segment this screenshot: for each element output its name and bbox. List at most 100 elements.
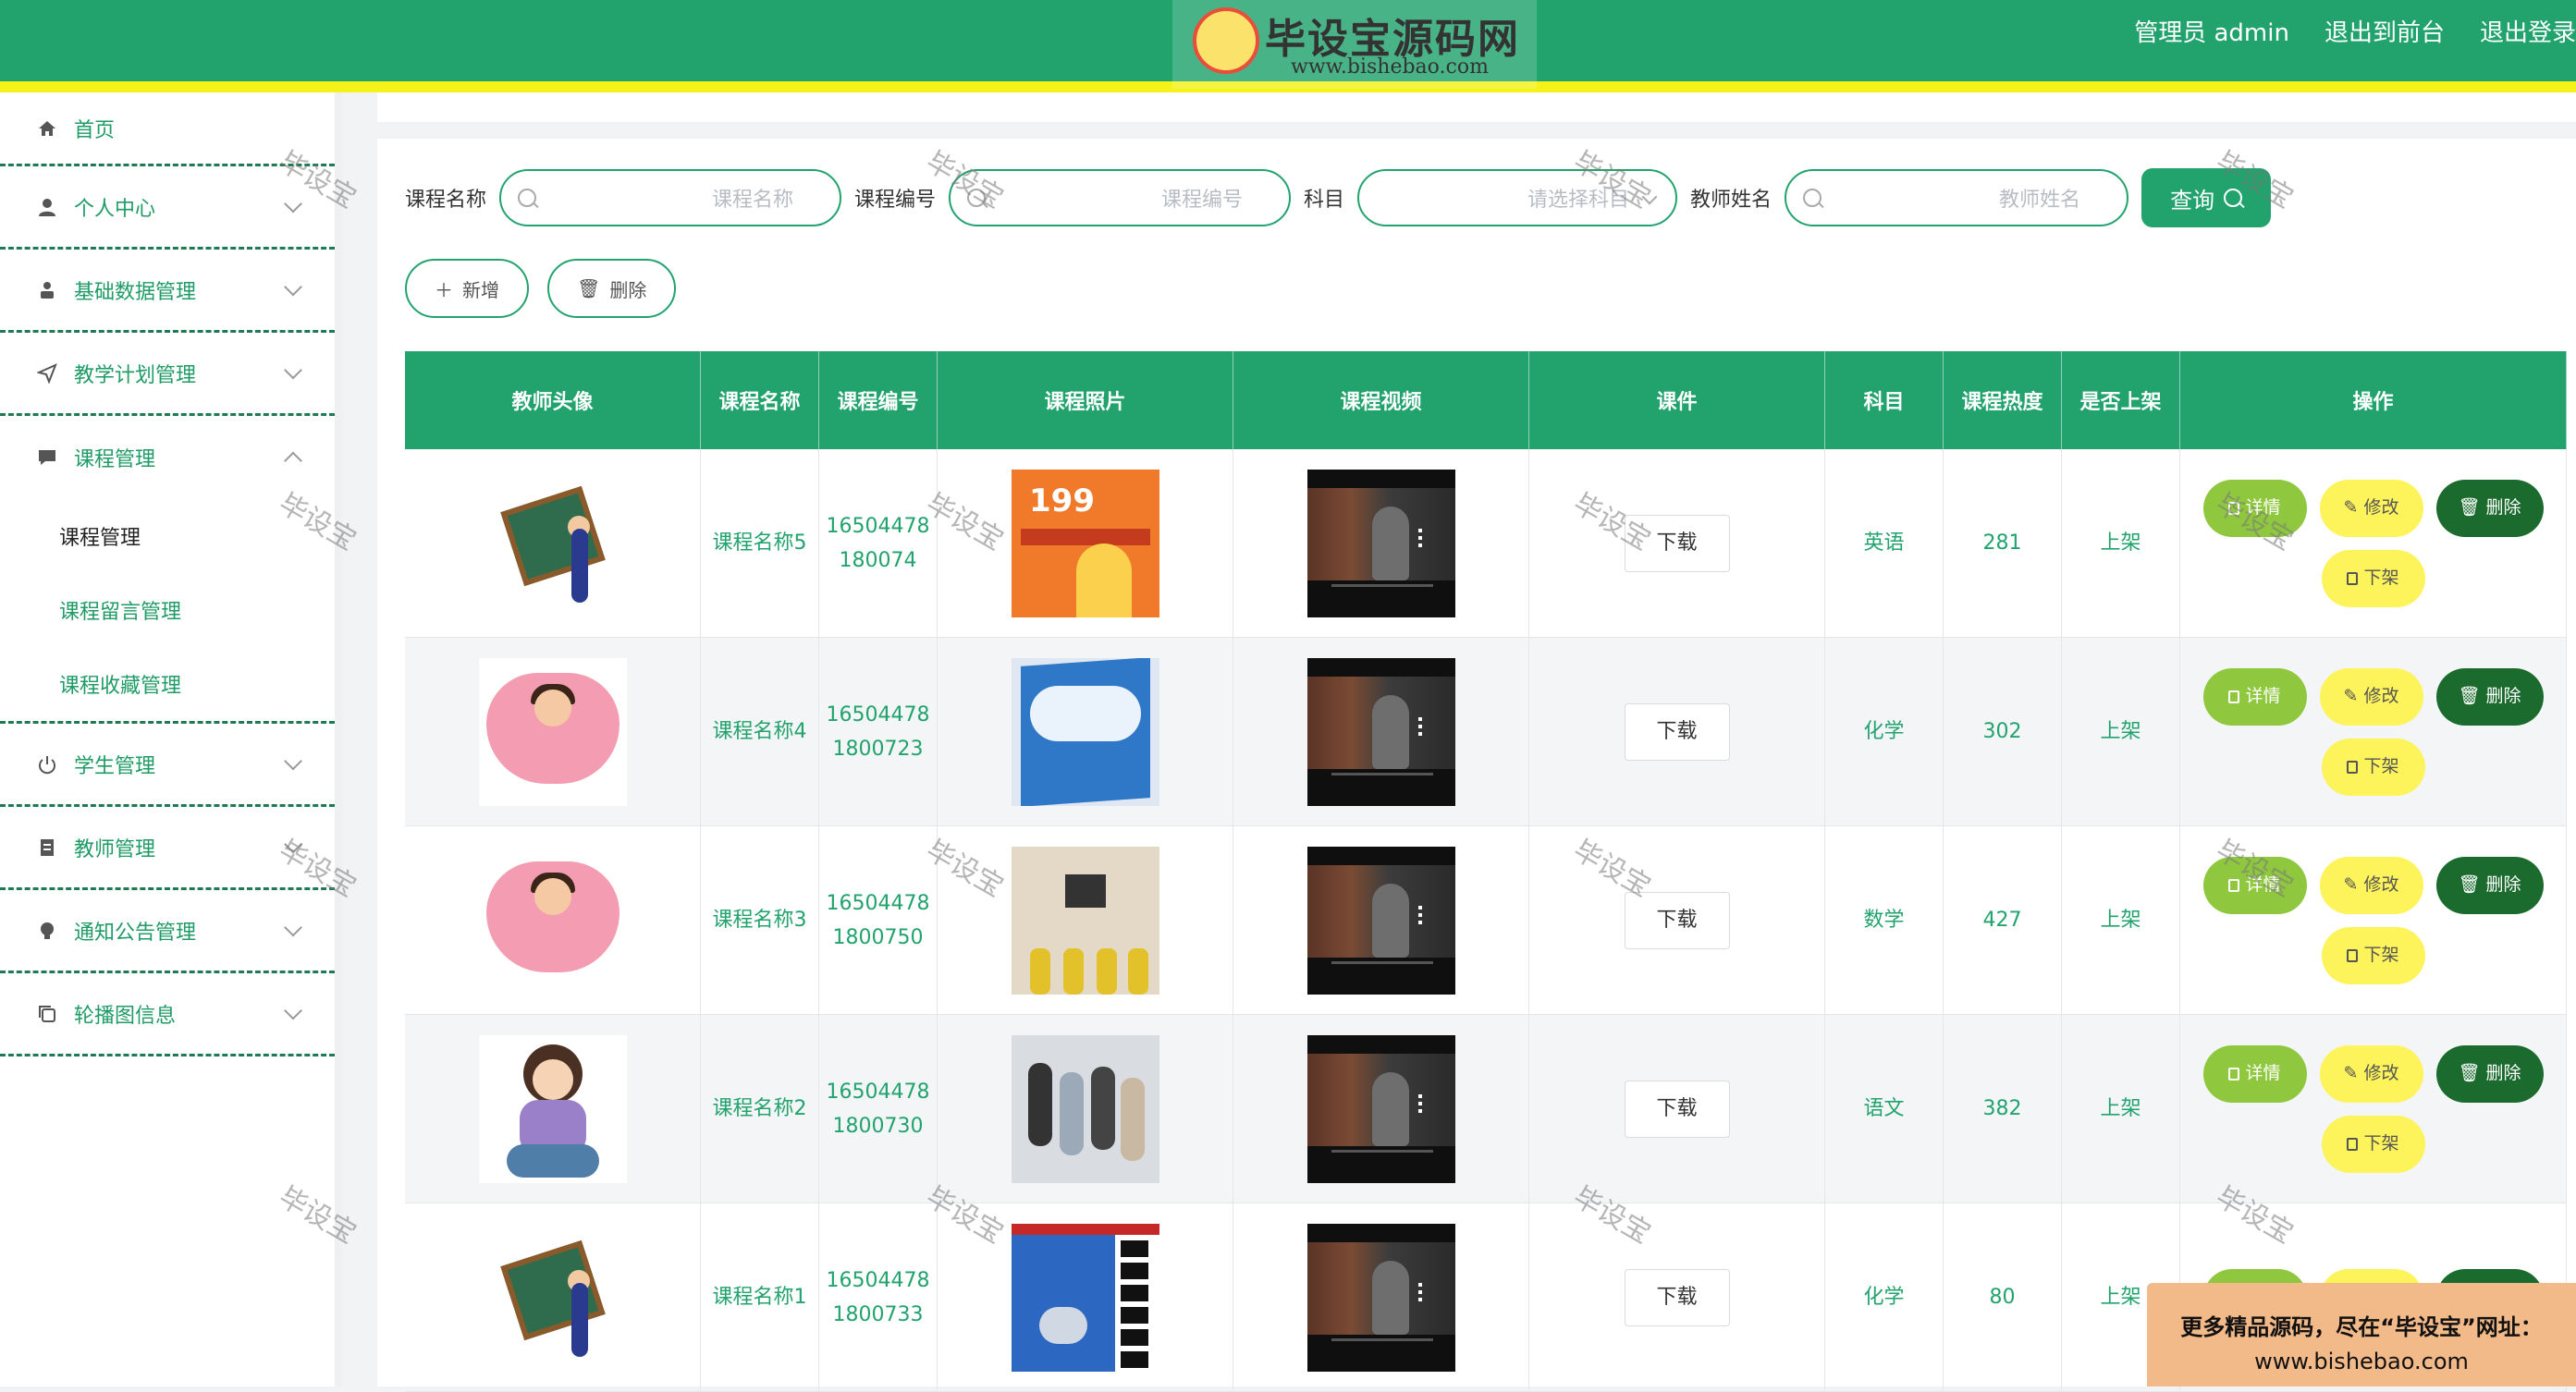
- shelf-status: 上架: [2100, 531, 2141, 555]
- trash-icon: 🗑: [2458, 1063, 2481, 1083]
- sidebar-item-teaching-plan[interactable]: 教学计划管理: [0, 333, 335, 416]
- ad-banner[interactable]: 更多精品源码，尽在“毕设宝”网址： www.bishebao.com: [2147, 1283, 2576, 1386]
- sidebar-item-student[interactable]: 学生管理: [0, 724, 335, 807]
- trash-icon: 🗑: [2458, 874, 2481, 895]
- top-links: 管理员 admin 退出到前台 退出登录: [2134, 0, 2576, 61]
- sidebar-item-notice[interactable]: 通知公告管理: [0, 890, 335, 973]
- course-photo[interactable]: [1011, 846, 1159, 995]
- teacher-avatar[interactable]: [478, 469, 627, 617]
- teacher-name-input[interactable]: 教师姓名: [1785, 169, 2129, 226]
- delete-button[interactable]: 🗑删除: [2435, 667, 2544, 726]
- teacher-avatar[interactable]: [478, 1034, 627, 1183]
- send-icon: [35, 361, 59, 385]
- course-name: 课程名称4: [712, 720, 807, 743]
- delete-button[interactable]: 🗑删除: [2435, 479, 2544, 537]
- sidebar-item-basic-data[interactable]: 基础数据管理: [0, 250, 335, 333]
- col-header-subject: 科目: [1825, 351, 1944, 449]
- pencil-icon: ✎: [2343, 874, 2359, 895]
- sidebar-item-label: 学生管理: [74, 754, 156, 778]
- logout-link[interactable]: 退出登录: [2480, 14, 2576, 48]
- action-row: ＋ 新增 🗑 删除: [405, 259, 677, 318]
- trash-icon: 🗑: [2458, 686, 2481, 706]
- course-code: 165044781800750: [826, 891, 930, 949]
- course-name: 课程名称1: [712, 1286, 807, 1309]
- more-icon: [1417, 1282, 1422, 1287]
- col-header-courseware: 课件: [1529, 351, 1825, 449]
- edit-button[interactable]: ✎修改: [2319, 856, 2423, 914]
- off-shelf-button[interactable]: 下架: [2321, 926, 2425, 984]
- off-shelf-button[interactable]: 下架: [2321, 549, 2425, 607]
- filter-row: 课程名称 课程名称 课程编号 课程编号 科目 请选择科目 教师姓名 教师姓名 查…: [405, 168, 2272, 227]
- col-header-code: 课程编号: [819, 351, 938, 449]
- course-photo[interactable]: [1011, 1034, 1159, 1183]
- delete-button[interactable]: 🗑删除: [2435, 856, 2544, 914]
- course-code: 165044781800733: [826, 1268, 930, 1326]
- submenu-item-course-favorite[interactable]: 课程收藏管理: [0, 647, 335, 721]
- course-name-input[interactable]: 课程名称: [499, 169, 842, 226]
- shelf-status: 上架: [2100, 720, 2141, 743]
- delete-button[interactable]: 🗑删除: [2435, 1044, 2544, 1103]
- breadcrumb: [377, 92, 2576, 122]
- col-header-status: 是否上架: [2062, 351, 2180, 449]
- chevron-down-icon: [284, 360, 302, 379]
- teacher-avatar[interactable]: [478, 846, 627, 995]
- teacher-name-label: 教师姓名: [1690, 189, 1773, 212]
- download-button[interactable]: 下载: [1624, 1080, 1730, 1138]
- detail-button[interactable]: 详情: [2202, 1044, 2307, 1103]
- course-video[interactable]: [1306, 657, 1455, 806]
- course-photo[interactable]: 199: [1011, 469, 1159, 617]
- course-no-label: 课程编号: [854, 189, 937, 212]
- ad-line-2: www.bishebao.com: [2254, 1349, 2469, 1374]
- document-icon: [2347, 760, 2359, 774]
- teacher-avatar[interactable]: [478, 1223, 627, 1372]
- submenu-item-course-message[interactable]: 课程留言管理: [0, 573, 335, 647]
- edit-button[interactable]: ✎修改: [2319, 667, 2423, 726]
- add-button[interactable]: ＋ 新增: [405, 259, 529, 318]
- copy-icon: [35, 1002, 59, 1026]
- ad-line-1: 更多精品源码，尽在“毕设宝”网址：: [2180, 1314, 2543, 1340]
- table-row: 课程名称5 16504478180074 199 下载 英语 281 上架 详情…: [405, 449, 2567, 638]
- document-icon: [2228, 690, 2240, 703]
- edit-button[interactable]: ✎修改: [2319, 479, 2423, 537]
- sidebar-item-label: 轮播图信息: [74, 1004, 177, 1028]
- download-button[interactable]: 下载: [1624, 702, 1730, 761]
- col-header-video: 课程视频: [1233, 351, 1529, 449]
- table-row: 课程名称2 165044781800730 下载 语文 382 上架 详情 ✎ 修…: [405, 1015, 2567, 1203]
- course-video[interactable]: [1306, 846, 1455, 995]
- course-photo[interactable]: [1011, 1223, 1159, 1372]
- course-photo[interactable]: [1011, 657, 1159, 806]
- off-shelf-button[interactable]: 下架: [2321, 1115, 2425, 1173]
- heat: 281: [1982, 531, 2022, 555]
- course-name-placeholder: 课程名称: [712, 189, 794, 212]
- off-shelf-button[interactable]: 下架: [2321, 738, 2425, 796]
- edit-button[interactable]: ✎修改: [2319, 1044, 2423, 1103]
- chat-icon: [35, 446, 59, 470]
- doc-icon: [35, 836, 59, 860]
- course-video[interactable]: [1306, 469, 1455, 617]
- more-icon: [1417, 1093, 1422, 1098]
- detail-button[interactable]: 详情: [2202, 667, 2307, 726]
- teacher-name-placeholder: 教师姓名: [1999, 189, 2081, 212]
- subject: 化学: [1863, 720, 1905, 743]
- sidebar-item-course[interactable]: 课程管理: [0, 416, 335, 499]
- course-code: 165044781800723: [826, 702, 930, 761]
- chevron-down-icon: [284, 751, 302, 770]
- subject: 语文: [1863, 1097, 1905, 1120]
- course-no-placeholder: 课程编号: [1161, 189, 1244, 212]
- back-to-frontend-link[interactable]: 退出到前台: [2325, 14, 2445, 48]
- power-icon: [35, 752, 59, 776]
- shelf-status: 上架: [2100, 909, 2141, 932]
- course-video[interactable]: [1306, 1034, 1455, 1183]
- bulb-icon: [35, 919, 59, 943]
- course-video[interactable]: [1306, 1223, 1455, 1372]
- teacher-avatar[interactable]: [478, 657, 627, 806]
- heat: 80: [1989, 1286, 2016, 1309]
- document-icon: [2228, 878, 2240, 892]
- sidebar-item-carousel[interactable]: 轮播图信息: [0, 973, 335, 1056]
- document-icon: [2347, 948, 2359, 962]
- more-icon: [1417, 905, 1422, 910]
- batch-delete-button[interactable]: 🗑 删除: [547, 259, 677, 318]
- table-header: 教师头像 课程名称 课程编号 课程照片 课程视频 课件 科目 课程热度 是否上架…: [405, 351, 2567, 449]
- chevron-down-icon: [284, 277, 302, 296]
- download-button[interactable]: 下载: [1624, 1268, 1730, 1326]
